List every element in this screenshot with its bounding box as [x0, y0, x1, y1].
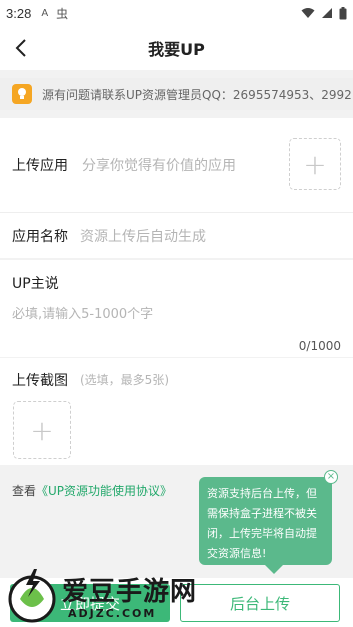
char-counter: 0/1000: [298, 339, 341, 353]
up-says-section: UP主说 必填,请输入5-1000个字 0/1000: [0, 260, 353, 357]
notice-bar: 源有问题请联系UP资源管理员QQ：2695574953、2992: [0, 78, 353, 110]
background-upload-button[interactable]: 后台上传: [180, 584, 340, 622]
status-right: [301, 6, 347, 20]
add-screenshot-button[interactable]: +: [13, 401, 71, 459]
app-name-row: 应用名称 资源上传后自动生成: [0, 213, 353, 258]
add-app-button[interactable]: +: [289, 138, 341, 190]
plus-icon: +: [30, 413, 54, 447]
app-name-label: 应用名称: [12, 229, 68, 245]
battery-icon: [339, 6, 347, 19]
lightbulb-icon: [12, 84, 32, 104]
agreement-line: 查看《UP资源功能使用协议》: [12, 482, 172, 499]
app-name-placeholder: 资源上传后自动生成: [80, 229, 206, 245]
notification-app-icon: 虫: [56, 6, 69, 21]
tooltip-close-icon[interactable]: ×: [324, 470, 338, 484]
status-time: 3:28: [6, 5, 32, 21]
header-bar: 我要UP: [0, 26, 353, 70]
upload-app-row: 上传应用 分享你觉得有价值的应用 +: [0, 118, 353, 212]
status-bar: 3:28 A 虫: [0, 0, 353, 26]
screenshots-section: 上传截图 (选填，最多5张) +: [0, 358, 353, 465]
agreement-link[interactable]: 《UP资源功能使用协议》: [36, 484, 172, 498]
notification-a-icon: A: [41, 7, 49, 19]
bottom-bar: 立即提交 后台上传: [0, 578, 353, 627]
up-says-input[interactable]: 必填,请输入5-1000个字: [12, 303, 153, 322]
screenshots-hint: (选填，最多5张): [80, 373, 169, 387]
back-arrow-icon[interactable]: [10, 36, 34, 60]
submit-button[interactable]: 立即提交: [10, 584, 170, 622]
up-says-label: UP主说: [12, 276, 59, 292]
background-upload-tooltip: 资源支持后台上传，但需保持盒子进程不被关闭，上传完毕将自动提交资源信息!: [199, 477, 332, 574]
notice-text: 源有问题请联系UP资源管理员QQ：2695574953、2992: [42, 88, 352, 102]
signal-icon: [322, 8, 332, 18]
upload-app-placeholder[interactable]: 分享你觉得有价值的应用: [82, 155, 236, 175]
upload-app-label: 上传应用: [12, 158, 68, 174]
agreement-prefix: 查看: [12, 484, 37, 498]
wifi-icon: [301, 8, 315, 18]
plus-icon: +: [303, 147, 327, 181]
tooltip-text: 资源支持后台上传，但需保持盒子进程不被关闭，上传完毕将自动提交资源信息!: [207, 487, 317, 560]
page-title: 我要UP: [148, 40, 205, 59]
screenshots-label: 上传截图: [12, 373, 68, 389]
